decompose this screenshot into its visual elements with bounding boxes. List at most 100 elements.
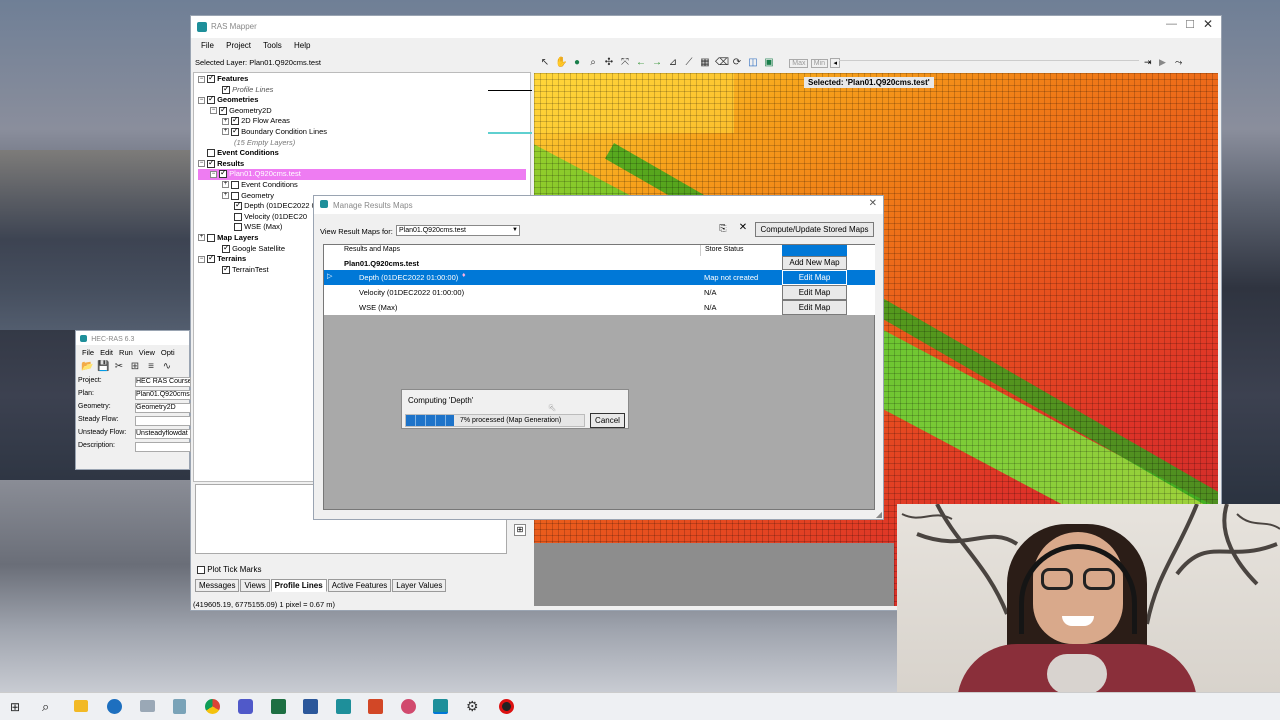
tab-layer-values[interactable]: Layer Values [392,579,447,592]
import-icon[interactable]: ⎘ [716,223,730,236]
time-slider[interactable] [839,60,1139,66]
edit-map-button-depth[interactable]: Edit Map [782,270,847,285]
layers-icon[interactable]: ◫ [747,57,759,69]
tab-messages[interactable]: Messages [195,579,240,592]
notes-icon[interactable] [173,699,186,714]
tree-plan[interactable]: − Plan01.Q920cms.test [198,168,526,180]
search-icon[interactable]: ⌕ [42,699,49,715]
profile-icon[interactable]: ⊿ [667,57,679,69]
menu-project[interactable]: Project [226,41,251,50]
col-results-header: Results and Maps [344,246,401,253]
word-icon[interactable] [303,699,318,714]
cancel-button[interactable]: Cancel [590,413,625,428]
field-steady-flow: Steady Flow: [78,416,191,429]
mail-icon[interactable] [140,700,155,712]
view-for-select[interactable]: Plan01.Q920cms.test ▼ [396,225,520,236]
tree-features[interactable]: − Features [198,73,526,85]
unsteady-icon[interactable]: ∿ [161,361,173,373]
flow-icon[interactable]: ≡ [145,361,157,373]
back-icon[interactable]: ← [635,57,647,69]
plan-row[interactable]: Plan01.Q920cms.test Add New Map [324,256,875,270]
resize-grip-icon[interactable]: ◢ [876,510,882,519]
snip-icon[interactable] [401,699,416,714]
menu-file[interactable]: File [201,41,214,50]
play-icon[interactable]: ▶ [1159,57,1166,68]
globe-icon[interactable]: ● [571,57,583,69]
cut-icon[interactable]: ✂ [113,361,125,373]
menu-tools[interactable]: Tools [263,41,282,50]
map-icon[interactable]: ▣ [763,57,775,69]
tree-event-conditions-sub[interactable]: + Event Conditions [198,180,526,191]
rasmapper-icon[interactable] [433,699,448,714]
pointer-icon[interactable]: ↖ [539,57,551,69]
tree-event-conditions[interactable]: Event Conditions [198,148,526,159]
taskbar: ⊞ ⌕ ⚙ [0,692,1280,720]
hec-menu-options[interactable]: Opti [161,348,175,357]
forward-icon[interactable]: → [651,57,663,69]
mouse-cursor-icon: ↖ [548,403,557,414]
erase-icon[interactable]: ⌫ [715,57,729,69]
edit-map-button-velocity[interactable]: Edit Map [782,285,847,300]
min-button[interactable]: Min [810,59,828,69]
grid-header: Results and Maps Store Status [324,245,875,256]
plot-tick-marks[interactable]: Plot Tick Marks [197,565,261,574]
table-row-wse[interactable]: WSE (Max) N/A Edit Map [324,300,875,315]
teams-icon[interactable] [238,699,253,714]
tab-views[interactable]: Views [240,579,270,592]
hec-menu-view[interactable]: View [139,348,155,357]
windows-start-icon[interactable]: ⊞ [10,700,20,714]
tab-active-features[interactable]: Active Features [327,579,392,592]
maximize-icon[interactable]: ☐ [1185,18,1195,31]
edit-map-button-wse[interactable]: Edit Map [782,300,847,315]
tab-profile-lines[interactable]: Profile Lines [270,579,327,592]
bc-line-legend [488,131,532,134]
tree-geometry2d[interactable]: − Geometry2D [198,105,526,117]
action-column-header [782,245,847,256]
zoom-extent-icon[interactable]: ✣ [603,57,615,69]
plot-options-icon[interactable]: ⊞ [514,524,526,536]
max-button[interactable]: Max [789,59,809,69]
excel-icon[interactable] [271,699,286,714]
powerpoint-icon[interactable] [368,699,383,714]
time-forward-icon[interactable]: ⇥ [1144,57,1152,68]
animate-icon[interactable]: ⤳ [1175,57,1182,68]
field-geometry: Geometry: Geometry2D [78,403,191,416]
geometry-icon[interactable]: ⊞ [129,361,141,373]
hec-menu-run[interactable]: Run [119,348,133,357]
add-new-map-button[interactable]: Add New Map [782,256,847,270]
grey-terrain [534,543,894,606]
menu-help[interactable]: Help [294,41,310,50]
table-row-velocity[interactable]: Velocity (01DEC2022 01:00:00) N/A Edit M… [324,285,875,300]
open-icon[interactable]: 📂 [81,361,93,373]
refresh-icon[interactable]: ⟳ [731,57,743,69]
delete-icon[interactable]: ✕ [736,222,750,236]
tree-geometries[interactable]: − Geometries [198,94,526,106]
tree-bc-lines[interactable]: + Boundary Condition Lines [198,126,532,138]
pan-icon[interactable]: ✋ [555,57,567,69]
hec-menu-edit[interactable]: Edit [100,348,113,357]
hec-menu-file[interactable]: File [82,348,94,357]
dialog-title: Manage Results Maps [333,201,413,210]
dialog-close-icon[interactable]: ✕ [869,198,877,209]
record-icon[interactable] [499,699,514,714]
settings-icon[interactable]: ⚙ [466,698,479,715]
compute-update-button[interactable]: Compute/Update Stored Maps [755,222,874,237]
zoom-icon[interactable]: ⌕ [587,57,599,69]
grid-icon[interactable]: ▦ [699,57,711,69]
desktop-background [0,150,190,330]
tree-flow-areas[interactable]: + 2D Flow Areas [198,115,526,127]
measure-icon[interactable]: ⟋ [683,57,695,69]
hecras-icon[interactable] [336,699,351,714]
close-icon[interactable]: ✕ [1203,17,1213,31]
chrome-icon[interactable] [205,699,220,714]
tree-empty-layers[interactable]: (15 Empty Layers) [198,138,526,149]
full-extent-icon[interactable]: ⤧ [619,57,631,69]
tree-profile-lines[interactable]: Profile Lines [198,84,532,96]
table-row-depth[interactable]: ▷ Depth (01DEC2022 01:00:00) ♦ Map not c… [324,270,875,285]
hec-toolbar: 📂 💾 ✂ ⊞ ≡ ∿ [76,360,189,374]
minimize-icon[interactable]: — [1166,18,1177,30]
quickassist-icon[interactable] [107,699,122,714]
save-icon[interactable]: 💾 [97,361,109,373]
tree-results[interactable]: − Results [198,158,526,170]
file-explorer-icon[interactable] [74,700,88,712]
